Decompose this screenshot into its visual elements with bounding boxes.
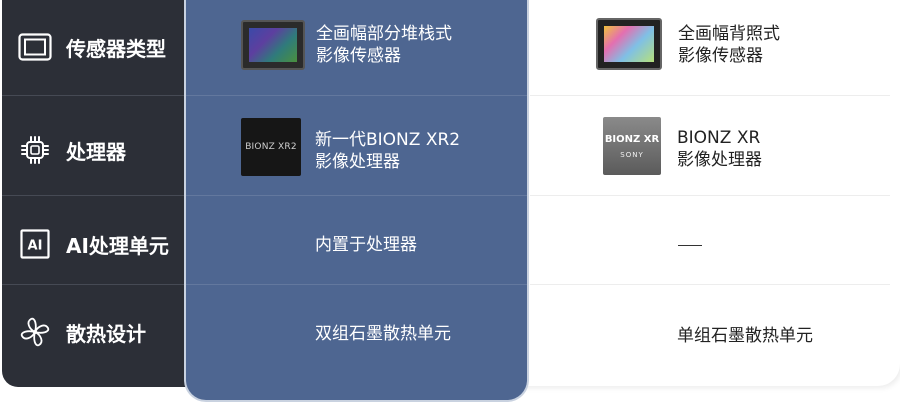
- fan-icon: [18, 315, 52, 349]
- mid-processor-text: 新一代BIONZ XR2 影像处理器: [315, 130, 461, 172]
- row-divider: [530, 195, 890, 196]
- feature-sensor-type: 传感器类型: [18, 27, 166, 67]
- row-divider: [186, 95, 527, 96]
- row-divider: [2, 195, 184, 196]
- backside-sensor-image: [596, 18, 662, 70]
- row-divider: [2, 95, 184, 96]
- row-divider: [530, 95, 890, 96]
- comparison-table: 传感器类型 处理器 AI AI处理单元 散热设计 全画幅部分堆栈式 影像传感器 …: [0, 0, 900, 407]
- row-divider: [2, 284, 184, 285]
- feature-label: 处理器: [66, 139, 126, 164]
- sensor-icon: [18, 30, 52, 64]
- empty-value-dash: [678, 245, 702, 246]
- processor-chip-icon: [18, 133, 52, 167]
- feature-label: 散热设计: [66, 321, 146, 346]
- mid-sensor-text: 全画幅部分堆栈式 影像传感器: [316, 24, 452, 66]
- stacked-sensor-image: [241, 20, 305, 70]
- bionz-xr2-chip-image: BIONZ XR2: [241, 118, 301, 176]
- right-processor-text: BIONZ XR 影像处理器: [677, 128, 762, 170]
- feature-cooling: 散热设计: [18, 312, 146, 352]
- row-divider: [530, 284, 890, 285]
- feature-label: AI处理单元: [66, 233, 169, 258]
- mid-cooling-text: 双组石墨散热单元: [315, 324, 451, 344]
- bionz-xr-chip-image: BIONZ XR SONY: [603, 117, 661, 175]
- mid-ai-text: 内置于处理器: [315, 235, 417, 255]
- feature-ai-unit: AI AI处理单元: [18, 224, 169, 264]
- ai-icon: AI: [18, 227, 52, 261]
- right-cooling-text: 单组石墨散热单元: [677, 326, 813, 346]
- right-sensor-text: 全画幅背照式 影像传感器: [678, 24, 780, 66]
- svg-text:AI: AI: [28, 239, 43, 254]
- feature-processor: 处理器: [18, 130, 126, 170]
- row-divider: [186, 284, 527, 285]
- row-divider: [186, 195, 527, 196]
- feature-label: 传感器类型: [66, 36, 166, 61]
